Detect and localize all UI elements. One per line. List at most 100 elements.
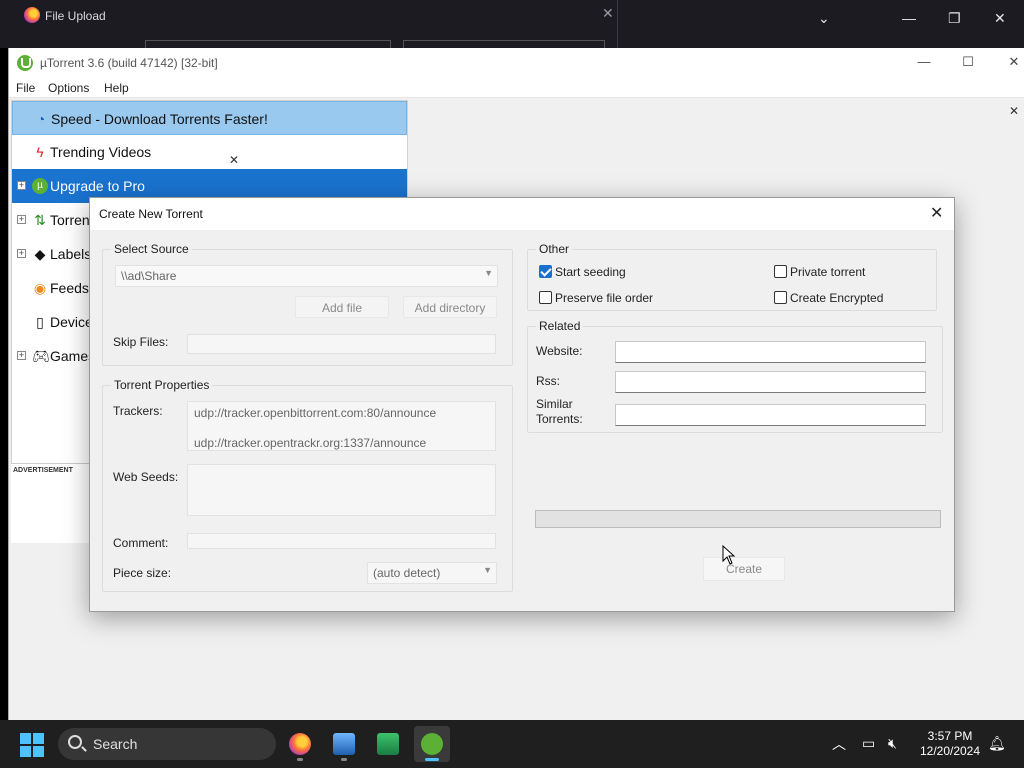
sidebar-item-label: Speed - Download Torrents Faster! xyxy=(51,111,268,127)
source-path-combo[interactable]: \\ad\Share ▼ xyxy=(115,265,498,287)
restore-icon[interactable]: ❐ xyxy=(948,10,961,27)
private-torrent-checkbox[interactable] xyxy=(774,265,787,278)
taskbar-app-green[interactable] xyxy=(370,726,406,762)
chevron-down-icon: ▼ xyxy=(484,268,493,278)
close-icon[interactable]: ✕ xyxy=(1009,104,1019,118)
search-icon xyxy=(68,735,82,749)
close-icon[interactable]: ✕ xyxy=(229,153,239,167)
similar-label-line1: Similar xyxy=(536,397,573,411)
preserve-order-checkbox[interactable] xyxy=(539,291,552,304)
add-file-button[interactable]: Add file xyxy=(295,296,389,318)
close-icon[interactable]: ✕ xyxy=(602,5,614,22)
sidebar-item-label: Upgrade to Pro xyxy=(50,178,145,194)
search-bar-fragment xyxy=(403,40,605,48)
dialog-title: Create New Torrent xyxy=(99,207,203,221)
piece-size-label: Piece size: xyxy=(113,566,172,580)
related-group: Related Website: Rss: Similar Torrents: xyxy=(527,319,943,433)
sidebar-item-speed[interactable]: ◔ Speed - Download Torrents Faster! xyxy=(12,101,407,135)
website-label: Website: xyxy=(536,344,583,358)
chevron-down-icon[interactable]: ⌄ xyxy=(818,10,830,27)
trackers-textarea[interactable]: udp://tracker.openbittorrent.com:80/anno… xyxy=(187,401,496,451)
menu-help[interactable]: Help xyxy=(104,81,129,95)
create-encrypted-checkbox[interactable] xyxy=(774,291,787,304)
comment-input[interactable] xyxy=(187,533,496,549)
speaker-muted-icon[interactable]: 🔇︎ xyxy=(888,735,897,752)
address-bar-fragment xyxy=(145,40,391,48)
lightning-icon: ϟ xyxy=(36,144,44,160)
utorrent-titlebar: µTorrent 3.6 (build 47142) [32-bit] — ☐ … xyxy=(9,48,1024,78)
sidebar-item-label: Labels xyxy=(50,246,92,262)
minimize-icon[interactable]: — xyxy=(909,54,939,69)
firefox-window: File Upload ✕ ⌄ — ❐ ✕ xyxy=(0,0,1024,48)
torrent-properties-group: Torrent Properties Trackers: udp://track… xyxy=(102,378,513,592)
minimize-icon[interactable]: — xyxy=(902,10,916,26)
sidebar-item-label: Torrent xyxy=(50,212,94,228)
display-icon[interactable]: ▭ xyxy=(862,735,875,752)
sidebar-item-trending[interactable]: ϟ Trending Videos xyxy=(12,135,407,169)
taskbar-firefox[interactable] xyxy=(282,726,318,762)
source-path-value: \\ad\Share xyxy=(121,269,177,283)
start-seeding-label: Start seeding xyxy=(555,265,626,279)
mouse-cursor-icon xyxy=(722,545,736,565)
window-title: µTorrent 3.6 (build 47142) [32-bit] xyxy=(40,56,218,70)
web-seeds-textarea[interactable] xyxy=(187,464,496,516)
progress-bar xyxy=(535,510,941,528)
piece-size-combo[interactable]: (auto detect) ▼ xyxy=(367,562,497,584)
start-seeding-checkbox[interactable] xyxy=(539,265,552,278)
windows-start-icon[interactable] xyxy=(20,733,44,757)
menu-file[interactable]: File xyxy=(16,81,35,95)
firefox-icon xyxy=(289,733,311,755)
close-icon[interactable]: ✕ xyxy=(930,203,943,223)
menu-bar: File Options Help xyxy=(9,78,1024,98)
menu-options[interactable]: Options xyxy=(48,81,89,95)
taskbar-app-graph[interactable] xyxy=(326,726,362,762)
preserve-order-label: Preserve file order xyxy=(555,291,654,305)
create-button[interactable]: Create xyxy=(703,557,785,581)
comment-label: Comment: xyxy=(113,536,169,550)
web-seeds-label: Web Seeds: xyxy=(113,470,179,484)
group-title: Other xyxy=(536,242,573,256)
taskbar-search[interactable]: Search xyxy=(58,728,276,760)
maximize-icon[interactable]: ☐ xyxy=(953,54,983,70)
speed-icon: ◔ xyxy=(36,111,46,127)
expand-icon[interactable]: + xyxy=(17,351,26,360)
add-directory-button[interactable]: Add directory xyxy=(403,296,497,318)
piece-size-value: (auto detect) xyxy=(373,566,441,580)
trackers-label: Trackers: xyxy=(113,404,163,418)
select-source-group: Select Source \\ad\Share ▼ Add file Add … xyxy=(102,242,513,366)
group-title: Related xyxy=(536,319,584,333)
expand-icon[interactable]: + xyxy=(17,181,26,190)
private-torrent-label: Private torrent xyxy=(790,265,866,279)
other-group: Other Start seeding Private torrent Pres… xyxy=(527,242,937,311)
tracker-line: udp://tracker.openbittorrent.com:80/anno… xyxy=(194,406,437,420)
group-title: Select Source xyxy=(111,242,192,256)
chevron-up-icon[interactable]: ︿ xyxy=(832,734,846,754)
skip-files-input[interactable] xyxy=(187,334,496,354)
website-input[interactable] xyxy=(615,341,926,363)
tracker-line: udp://tracker.opentrackr.org:1337/announ… xyxy=(194,436,427,450)
utorrent-icon xyxy=(421,733,443,755)
expand-icon[interactable]: + xyxy=(17,249,26,258)
skip-files-label: Skip Files: xyxy=(113,335,169,349)
gamepad-icon: 🎮︎ xyxy=(32,348,50,364)
app-green-icon xyxy=(377,733,399,755)
taskbar-utorrent[interactable] xyxy=(414,726,450,762)
create-encrypted-label: Create Encrypted xyxy=(790,291,884,305)
close-icon[interactable]: ✕ xyxy=(999,54,1024,70)
rss-label: Rss: xyxy=(536,374,560,388)
search-placeholder: Search xyxy=(93,736,138,752)
dialog-titlebar: Create New Torrent ✕ xyxy=(90,198,954,230)
notification-bell-icon[interactable]: 🔔︎ xyxy=(988,735,1006,752)
group-title: Torrent Properties xyxy=(111,378,213,392)
expand-icon[interactable]: + xyxy=(17,215,26,224)
advertisement-area: ADVERTISEMENT xyxy=(11,463,93,543)
similar-torrents-input[interactable] xyxy=(615,404,926,426)
rss-input[interactable] xyxy=(615,371,926,393)
close-icon[interactable]: ✕ xyxy=(994,10,1006,27)
clock-date: 12/20/2024 xyxy=(919,744,981,758)
utorrent-logo-icon: µ xyxy=(32,178,48,194)
transfer-arrows-icon: ⇅ xyxy=(34,212,46,228)
taskbar: Search ︿ ▭ 🔇︎ 3:57 PM 12/20/2024 🔔︎ xyxy=(0,720,1024,768)
clock[interactable]: 3:57 PM 12/20/2024 xyxy=(918,729,982,759)
utorrent-logo-icon xyxy=(17,55,33,71)
